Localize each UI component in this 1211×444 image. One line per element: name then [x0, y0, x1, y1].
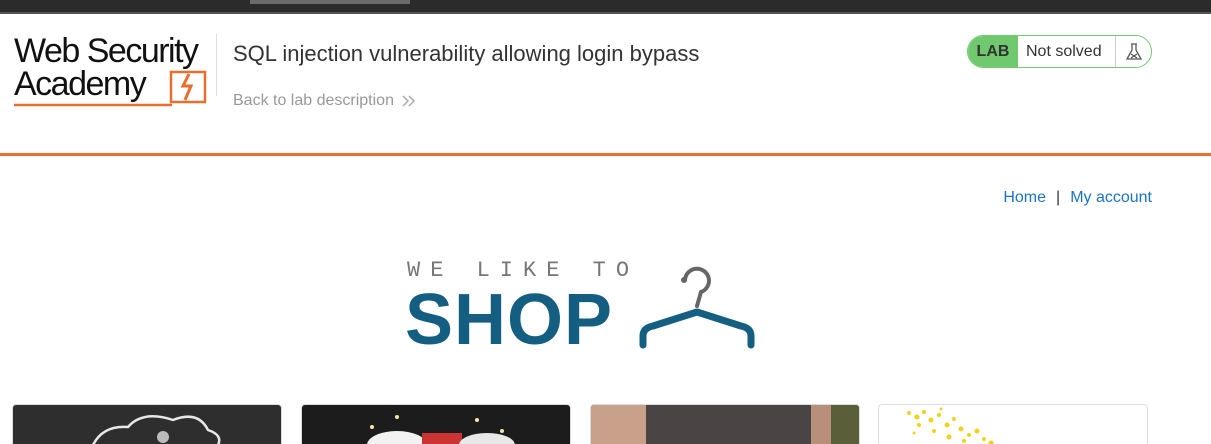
- product-card-3[interactable]: [590, 404, 860, 444]
- back-to-description-link[interactable]: Back to lab description: [233, 92, 416, 110]
- logo-underline: [14, 102, 174, 108]
- shop-logo: WE LIKE TO SHOP: [405, 258, 765, 358]
- back-link-label: Back to lab description: [233, 92, 394, 110]
- lab-badge: LAB: [968, 36, 1018, 67]
- lab-header: Web Security Academy SQL injection vulne…: [0, 14, 1211, 156]
- product-card-1[interactable]: [12, 404, 282, 444]
- hanger-icon: [637, 258, 762, 353]
- top-nav: Home | My account: [1003, 189, 1152, 207]
- flask-icon: [1115, 36, 1151, 67]
- lab-status-widget: LAB Not solved: [967, 35, 1152, 68]
- shop-word: SHOP: [405, 284, 613, 356]
- product-card-2[interactable]: [301, 404, 571, 444]
- logo-line-1: Web Security: [14, 34, 198, 68]
- logo-lightning-icon: [169, 70, 207, 104]
- product-image-2: [302, 405, 571, 444]
- browser-strip-highlight: [250, 0, 410, 4]
- lab-status-text: Not solved: [1018, 36, 1115, 67]
- lab-title: SQL injection vulnerability allowing log…: [233, 41, 699, 67]
- nav-home-link[interactable]: Home: [1003, 189, 1046, 207]
- logo-line-2: Academy: [14, 67, 145, 101]
- double-chevron-right-icon: [402, 95, 416, 107]
- product-image-4: [879, 405, 1148, 444]
- web-security-academy-logo[interactable]: Web Security Academy: [14, 34, 214, 106]
- product-image-3: [591, 405, 860, 444]
- header-divider: [216, 34, 217, 96]
- product-grid: [12, 404, 1152, 444]
- product-image-1: [13, 405, 282, 444]
- nav-separator: |: [1056, 189, 1060, 207]
- browser-top-strip: [0, 0, 1211, 14]
- product-card-4[interactable]: [878, 404, 1148, 444]
- nav-my-account-link[interactable]: My account: [1070, 189, 1152, 207]
